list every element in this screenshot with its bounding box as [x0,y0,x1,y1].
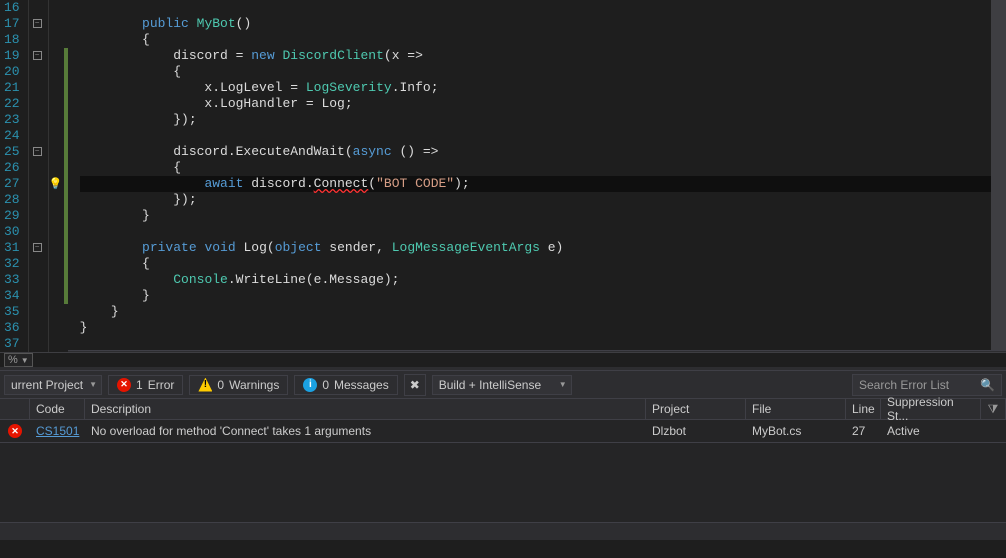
chevron-down-icon: ▼ [559,380,567,389]
project-scope-dropdown[interactable]: urrent Project ▼ [4,375,102,395]
col-filter-icon[interactable]: ⧩ [981,399,1006,419]
chevron-down-icon: ▼ [21,356,29,365]
zoom-dropdown[interactable]: % ▼ [4,353,33,367]
outlining-margin[interactable]: −−−− [29,0,49,352]
error-icon: ✕ [117,378,131,392]
col-project[interactable]: Project [646,399,746,419]
clear-filter-button[interactable]: ✖ [404,374,426,396]
editor-scroll: 1617181920212223242526272829303132333435… [0,0,1006,352]
error-file: MyBot.cs [746,420,846,442]
chevron-down-icon: ▼ [89,380,97,389]
build-mode-dropdown[interactable]: Build + IntelliSense ▼ [432,375,572,395]
error-row[interactable]: ✕ CS1501 No overload for method 'Connect… [0,420,1006,442]
filter-clear-icon: ✖ [410,378,420,392]
error-icon: ✕ [8,424,22,438]
error-line: 27 [846,420,881,442]
glyph-margin[interactable]: 💡 [49,0,64,352]
code-area[interactable]: public MyBot() { discord = new DiscordCl… [68,0,1006,352]
search-placeholder: Search Error List [859,378,949,392]
info-icon: i [303,378,317,392]
search-icon: 🔍 [980,378,995,392]
col-line[interactable]: Line [846,399,881,419]
zoom-value: % [8,354,18,366]
status-bar [0,522,1006,540]
error-code-link[interactable]: CS1501 [36,424,79,438]
col-description[interactable]: Description [85,399,646,419]
warnings-toggle[interactable]: ! 0 Warnings [189,375,288,395]
messages-toggle[interactable]: i 0 Messages [294,375,397,395]
search-input[interactable]: Search Error List 🔍 [852,374,1002,396]
col-suppression[interactable]: Suppression St... [881,399,981,419]
editor-footer: % ▼ [0,352,1006,367]
error-project: Dlzbot [646,420,746,442]
error-list-body [0,442,1006,522]
error-grid-header: Code Description Project File Line Suppr… [0,398,1006,420]
error-description: No overload for method 'Connect' takes 1… [85,420,646,442]
change-tracking [64,0,68,352]
vertical-scrollbar[interactable] [991,0,1006,350]
col-severity[interactable] [0,399,30,419]
code-editor: 1617181920212223242526272829303132333435… [0,0,1006,350]
error-suppression: Active [881,420,981,442]
warning-icon: ! [198,378,212,392]
col-file[interactable]: File [746,399,846,419]
errors-toggle[interactable]: ✕ 1 Error [108,375,183,395]
col-code[interactable]: Code [30,399,85,419]
error-list-toolbar: urrent Project ▼ ✕ 1 Error ! 0 Warnings … [0,370,1006,398]
line-number-gutter[interactable]: 1617181920212223242526272829303132333435… [0,0,29,352]
